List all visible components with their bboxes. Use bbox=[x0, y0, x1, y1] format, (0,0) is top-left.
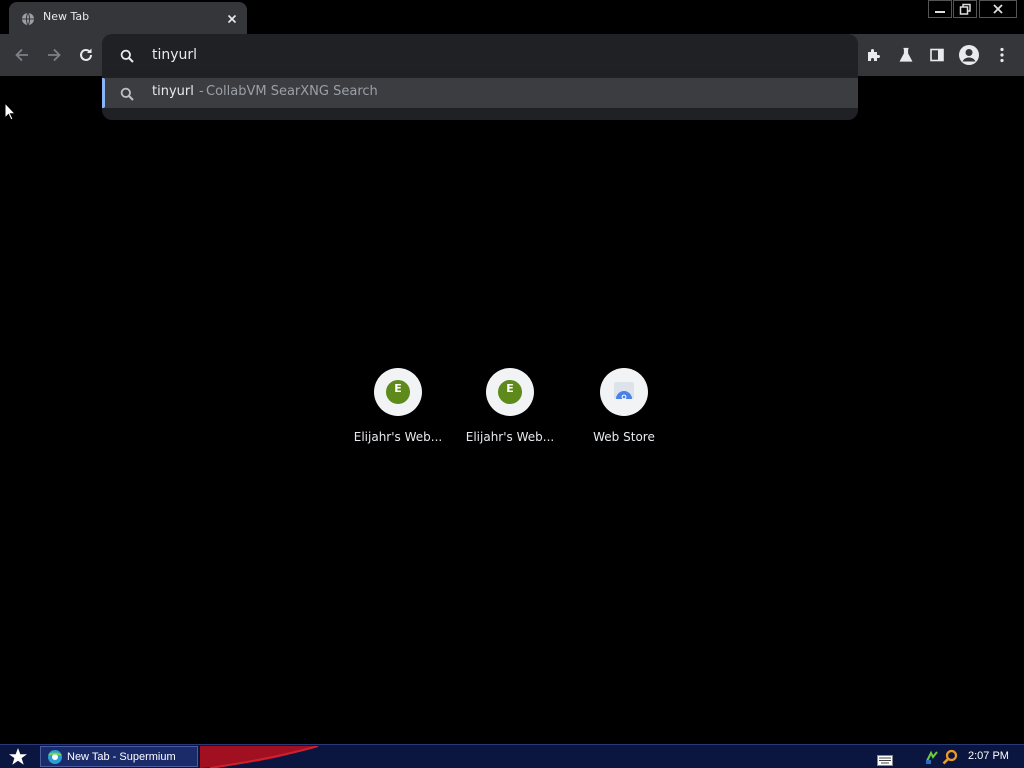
omnibox-suggestions: tinyurl - CollabVM SearXNG Search bbox=[102, 76, 858, 120]
shortcut-icon-circle: E bbox=[486, 368, 534, 416]
forward-button[interactable] bbox=[43, 44, 65, 66]
restore-window-button[interactable] bbox=[953, 0, 977, 18]
web-store-icon bbox=[612, 378, 636, 406]
address-input[interactable] bbox=[152, 44, 832, 66]
suggestion-row[interactable]: tinyurl - CollabVM SearXNG Search bbox=[102, 78, 858, 108]
shortcut-tile[interactable]: E Elijahr's Web... bbox=[460, 366, 560, 456]
tab-title: New Tab bbox=[43, 10, 90, 23]
back-button[interactable] bbox=[11, 44, 33, 66]
search-icon bbox=[120, 86, 134, 105]
taskbar-item-label: New Tab - Supermium bbox=[67, 750, 176, 763]
menu-kebab-icon[interactable] bbox=[991, 44, 1013, 66]
taskbar-clock: 2:07 PM bbox=[968, 750, 1009, 762]
search-icon[interactable] bbox=[942, 749, 958, 768]
shortcut-label: Elijahr's Web... bbox=[353, 430, 443, 444]
close-tab-icon[interactable] bbox=[225, 11, 239, 25]
shortcut-tile[interactable]: Web Store bbox=[574, 366, 674, 456]
keyboard-icon[interactable] bbox=[877, 751, 893, 768]
shortcut-tile[interactable]: E Elijahr's Web... bbox=[348, 366, 448, 456]
tab-strip: New Tab bbox=[0, 0, 1024, 34]
taskbar: New Tab - Supermium 2:07 PM bbox=[0, 744, 1024, 768]
suggestion-query: tinyurl bbox=[152, 84, 194, 99]
shortcut-label: Web Store bbox=[593, 430, 655, 444]
globe-icon bbox=[21, 11, 35, 26]
tab-new-tab[interactable]: New Tab bbox=[9, 2, 247, 34]
browser-app-icon bbox=[47, 749, 63, 765]
network-icon[interactable] bbox=[924, 749, 940, 768]
start-button[interactable] bbox=[4, 746, 32, 768]
suggestion-separator: - bbox=[199, 84, 204, 99]
shortcut-label: Elijahr's Web... bbox=[465, 430, 555, 444]
mouse-cursor bbox=[4, 101, 17, 125]
shortcut-icon-circle bbox=[600, 368, 648, 416]
labs-flask-icon[interactable] bbox=[895, 44, 917, 66]
reload-button[interactable] bbox=[75, 44, 97, 66]
shortcut-icon-circle: E bbox=[374, 368, 422, 416]
site-favicon-icon: E bbox=[498, 380, 522, 404]
taskbar-decoration bbox=[200, 745, 320, 768]
side-panel-icon[interactable] bbox=[926, 44, 948, 66]
search-icon bbox=[120, 48, 134, 67]
selected-indicator bbox=[102, 78, 105, 108]
extensions-icon[interactable] bbox=[863, 44, 885, 66]
profile-avatar-icon[interactable] bbox=[958, 44, 980, 66]
site-favicon-icon: E bbox=[386, 380, 410, 404]
taskbar-item-browser[interactable]: New Tab - Supermium bbox=[40, 746, 198, 767]
omnibox[interactable] bbox=[102, 34, 858, 76]
suggestion-engine: CollabVM SearXNG Search bbox=[206, 84, 378, 99]
minimize-window-button[interactable] bbox=[928, 0, 952, 18]
toolbar bbox=[0, 34, 1024, 76]
close-window-button[interactable] bbox=[979, 0, 1017, 18]
